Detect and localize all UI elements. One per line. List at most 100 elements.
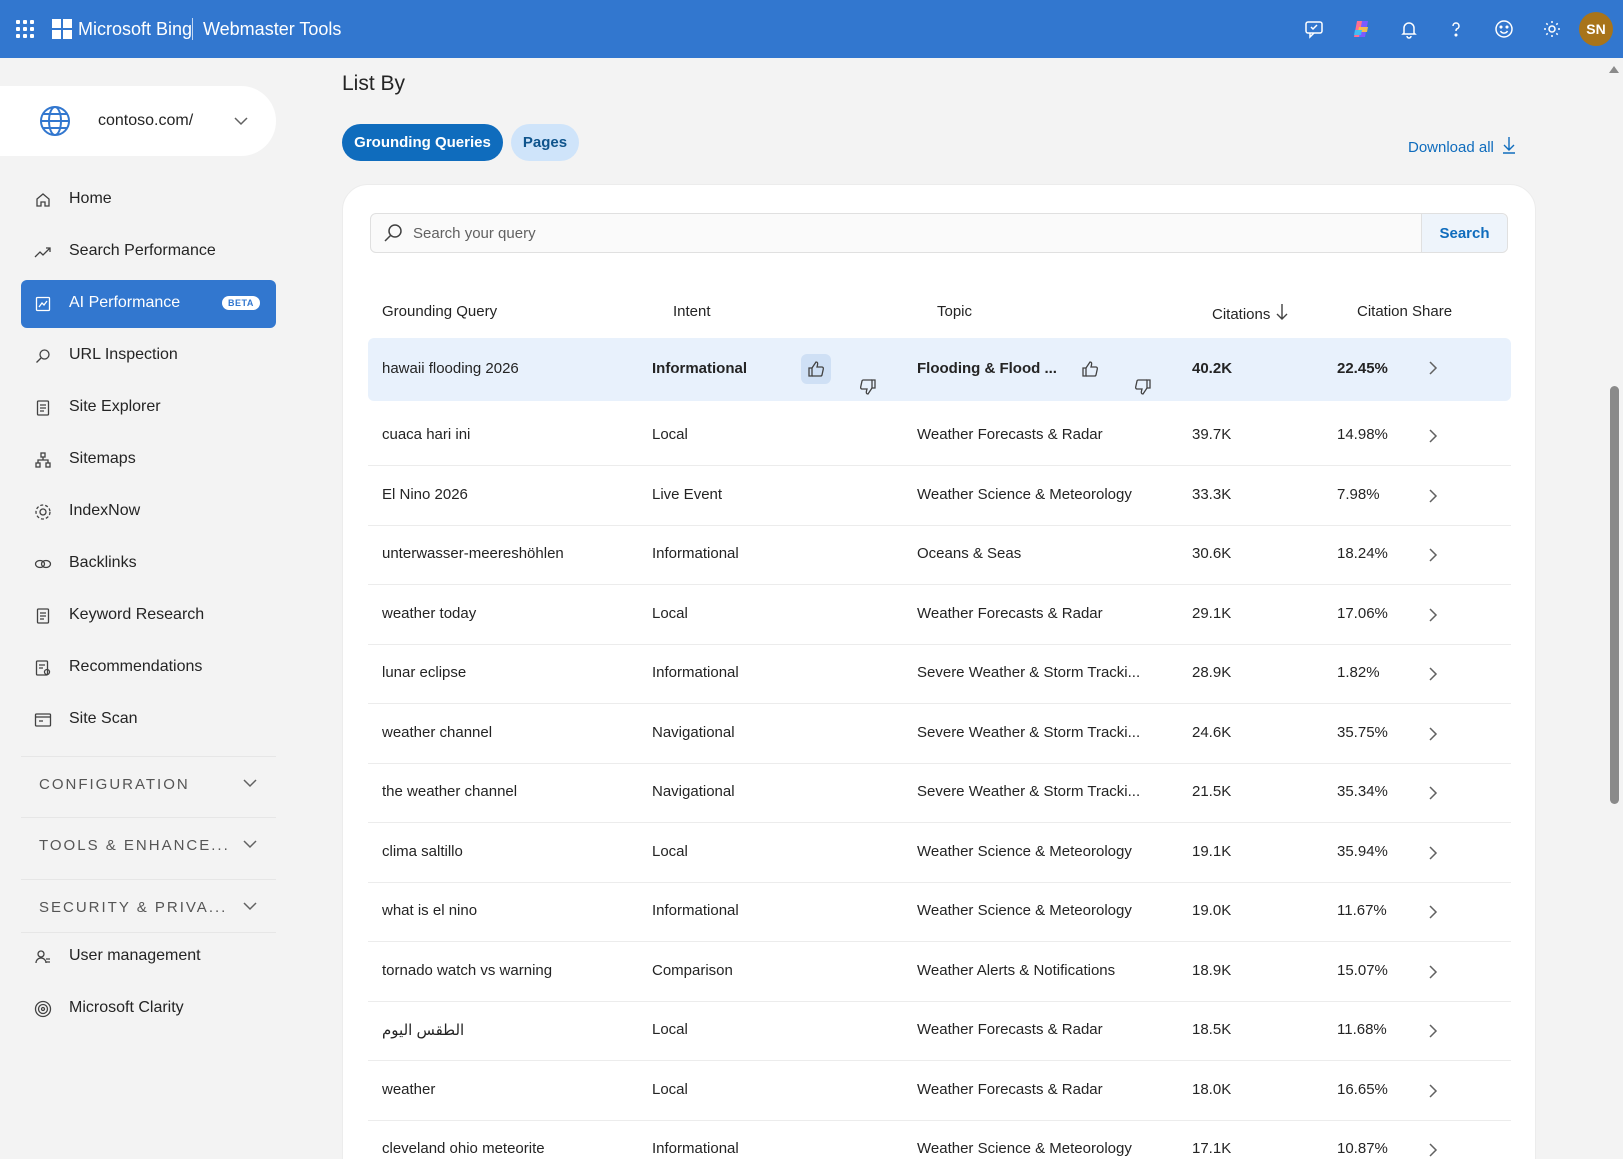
table-row[interactable]: cuaca hari ini Local Weather Forecasts & R…	[368, 406, 1511, 466]
sidebar-item-label: Keyword Research	[69, 606, 205, 623]
column-header-intent[interactable]: Intent	[673, 303, 711, 320]
cell-query: lunar eclipse	[382, 664, 467, 681]
tab-pages[interactable]: Pages	[511, 124, 579, 161]
cell-intent: Local	[652, 1080, 688, 1098]
gear-icon[interactable]	[1540, 17, 1564, 41]
table-row[interactable]: lunar eclipse Informational Severe Weather…	[368, 644, 1511, 704]
thumbs-up-icon[interactable]	[1075, 354, 1105, 384]
table-row[interactable]: the weather channel Navigational Severe We…	[368, 763, 1511, 823]
chevron-down-icon	[242, 775, 258, 796]
site-selector[interactable]: contoso.com/	[0, 86, 276, 156]
sidebar-item-sitemaps[interactable]: Sitemaps	[21, 436, 276, 484]
cell-citation-share: 16.65%	[1337, 1080, 1388, 1098]
search-button[interactable]: Search	[1421, 214, 1507, 252]
chevron-right-icon[interactable]	[1428, 428, 1438, 449]
scroll-up-arrow-icon[interactable]	[1609, 66, 1619, 73]
sidebar-item-microsoft-clarity[interactable]: Microsoft Clarity	[21, 985, 276, 1033]
sort-down-icon	[1276, 303, 1288, 325]
cell-intent: Local	[652, 604, 688, 622]
cell-citation-share: 14.98%	[1337, 426, 1388, 443]
chevron-right-icon[interactable]	[1428, 1023, 1438, 1044]
cell-citation-share: 35.34%	[1337, 783, 1388, 800]
table-row[interactable]: weather today Local Weather Forecasts & Ra…	[368, 585, 1511, 645]
tab-grounding-queries[interactable]: Grounding Queries	[342, 124, 503, 161]
chevron-right-icon[interactable]	[1428, 360, 1438, 381]
page-title: List By	[342, 72, 406, 95]
download-all-button[interactable]: Download all	[1408, 136, 1516, 158]
thumbs-up-icon[interactable]	[801, 354, 831, 384]
sidebar-item-home[interactable]: Home	[21, 176, 276, 224]
chevron-right-icon[interactable]	[1428, 726, 1438, 747]
sidebar-item-keyword-research[interactable]: Keyword Research	[21, 592, 276, 640]
thumbs-down-icon[interactable]	[835, 354, 876, 395]
search-input[interactable]	[413, 214, 1413, 252]
chevron-right-icon[interactable]	[1428, 785, 1438, 806]
cell-topic: Severe Weather & Storm Tracki...	[917, 723, 1141, 741]
cell-topic: Weather Forecasts & Radar	[917, 604, 1103, 622]
table-row[interactable]: unterwasser-meereshöhlen Informational Oce…	[368, 525, 1511, 585]
chevron-right-icon[interactable]	[1428, 904, 1438, 925]
avatar[interactable]: SN	[1579, 12, 1613, 46]
product-name[interactable]: Webmaster Tools	[203, 19, 341, 40]
sidebar-item-site-scan[interactable]: Site Scan	[21, 696, 276, 744]
table-row[interactable]: cleveland ohio meteorite Informational Wea…	[368, 1120, 1511, 1159]
cell-citation-share: 15.07%	[1337, 961, 1388, 979]
sidebar-item-user-management[interactable]: User management	[21, 933, 276, 981]
table-row[interactable]: الطقس اليوم Local Weather Forecasts & Rada…	[368, 1001, 1511, 1061]
cell-citations: 18.0K	[1192, 1080, 1232, 1098]
chevron-right-icon[interactable]	[1428, 488, 1438, 509]
column-header-citations[interactable]: Citations	[1212, 303, 1288, 325]
sidebar-item-search-performance[interactable]: Search Performance	[21, 228, 276, 276]
help-icon[interactable]	[1444, 17, 1468, 41]
sidebar-item-url-inspection[interactable]: URL Inspection	[21, 332, 276, 380]
cell-intent: Navigational	[652, 783, 735, 800]
section-label: TOOLS & ENHANCE...	[39, 837, 230, 854]
sidebar-item-label: Search Performance	[69, 242, 216, 259]
cell-topic: Weather Science & Meteorology	[917, 902, 1132, 919]
chevron-right-icon[interactable]	[1428, 666, 1438, 687]
table-row[interactable]: hawaii flooding 2026 Informational Floodin…	[368, 338, 1511, 401]
thumbs-down-icon[interactable]	[1110, 354, 1151, 395]
section-tools-enhancements[interactable]: TOOLS & ENHANCE...	[21, 817, 276, 865]
chevron-right-icon[interactable]	[1428, 607, 1438, 628]
chevron-right-icon[interactable]	[1428, 547, 1438, 568]
table-row[interactable]: weather Local Weather Forecasts & Radar 18.…	[368, 1061, 1511, 1121]
cell-citations: 18.9K	[1192, 961, 1232, 979]
app-launcher-icon[interactable]	[16, 20, 34, 38]
table-row[interactable]: clima saltillo Local Weather Science & Met…	[368, 823, 1511, 883]
chevron-right-icon[interactable]	[1428, 1142, 1438, 1159]
cell-topic: Weather Science & Meteorology	[917, 485, 1132, 503]
sitemap-icon	[33, 450, 53, 470]
feedback-icon[interactable]	[1302, 17, 1326, 41]
chevron-right-icon[interactable]	[1428, 964, 1438, 985]
column-header-query[interactable]: Grounding Query	[382, 303, 497, 320]
ai-chart-icon	[33, 294, 53, 314]
chevron-right-icon[interactable]	[1428, 845, 1438, 866]
chevron-down-icon[interactable]	[232, 112, 250, 135]
home-icon	[33, 190, 53, 210]
column-header-topic[interactable]: Topic	[937, 303, 972, 320]
smiley-icon[interactable]	[1492, 17, 1516, 41]
scrollbar-thumb[interactable]	[1610, 386, 1619, 804]
table-row[interactable]: what is el nino Informational Weather Scie…	[368, 882, 1511, 942]
sidebar-item-recommendations[interactable]: Recommendations	[21, 644, 276, 692]
sidebar-item-site-explorer[interactable]: Site Explorer	[21, 384, 276, 432]
section-configuration[interactable]: CONFIGURATION	[21, 756, 276, 804]
sidebar-item-indexnow[interactable]: IndexNow	[21, 488, 276, 536]
cell-topic: Weather Forecasts & Radar	[917, 426, 1103, 443]
sidebar-item-ai-performance[interactable]: AI Performance BETA	[21, 280, 276, 328]
table-row[interactable]: weather channel Navigational Severe Weathe…	[368, 704, 1511, 764]
bell-icon[interactable]	[1397, 17, 1421, 41]
table-row[interactable]: tornado watch vs warning Comparison Weathe…	[368, 942, 1511, 1002]
sidebar-item-label: Site Scan	[69, 710, 138, 727]
table-row[interactable]: El Nino 2026 Live Event Weather Science & …	[368, 466, 1511, 526]
column-header-citation-share[interactable]: Citation Share	[1357, 303, 1452, 320]
cell-citation-share: 22.45%	[1337, 360, 1388, 377]
chevron-right-icon[interactable]	[1428, 1083, 1438, 1104]
brand-name[interactable]: Microsoft Bing	[78, 19, 192, 40]
copilot-icon[interactable]	[1350, 17, 1374, 41]
section-security-privacy[interactable]: SECURITY & PRIVA...	[21, 879, 276, 927]
user-icon	[33, 947, 53, 967]
cell-citations: 18.5K	[1192, 1021, 1232, 1038]
sidebar-item-backlinks[interactable]: Backlinks	[21, 540, 276, 588]
